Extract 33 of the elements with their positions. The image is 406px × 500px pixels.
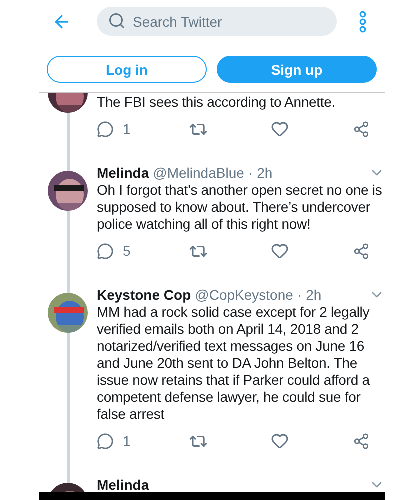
reply-count: 5 (123, 243, 131, 259)
speech-bubble-icon (97, 120, 114, 138)
speech-bubble-icon (97, 432, 114, 450)
speech-bubble-icon (97, 242, 114, 260)
reply-count: 1 (123, 433, 131, 449)
separator-dot: · (248, 164, 254, 180)
reply-button[interactable]: 1 (97, 120, 131, 138)
tweet-time: 2h (306, 286, 322, 302)
user-handle: @MelindaBlue (153, 164, 244, 180)
reply-count: 1 (123, 121, 131, 137)
separator-dot: · (297, 286, 302, 302)
user-handle: @CopKeystone (195, 286, 294, 302)
more-icon (359, 10, 367, 32)
share-icon (352, 242, 370, 260)
reply-button[interactable]: 5 (97, 242, 131, 260)
tweet-time: 2h (257, 164, 273, 180)
tweet-text: Oh I forgot that’s another open secret no one is supposed to know about. There’s undercover police watching all of this right now! (97, 182, 384, 233)
user-name: Melinda (97, 164, 150, 180)
heart-icon (270, 120, 289, 138)
user-name: Keystone Cop (97, 286, 192, 302)
share-icon (352, 120, 370, 138)
heart-icon (270, 242, 289, 260)
search-field[interactable]: Search Twitter (97, 7, 337, 36)
reply-button[interactable]: 1 (97, 432, 131, 450)
share-icon (352, 432, 370, 450)
more-button[interactable] (359, 10, 367, 32)
log-in-button[interactable]: Log in (47, 56, 207, 83)
tweet-text: The FBI sees this according to Annette. (97, 94, 337, 111)
tweet-text: MM had a rock solid case except for 2 legally verified emails both on April 14, 2018 and 2 notarized/verified text messages on June 16 and June 20th sent to DA John Belton. The issue now retains that if Parker could afford a competent defense lawyer, he could sue for false arrest (97, 304, 371, 423)
search-icon (108, 12, 126, 30)
sign-up-button[interactable]: Sign up (217, 56, 377, 83)
heart-icon (270, 432, 289, 450)
user-name: Melinda (97, 476, 150, 492)
